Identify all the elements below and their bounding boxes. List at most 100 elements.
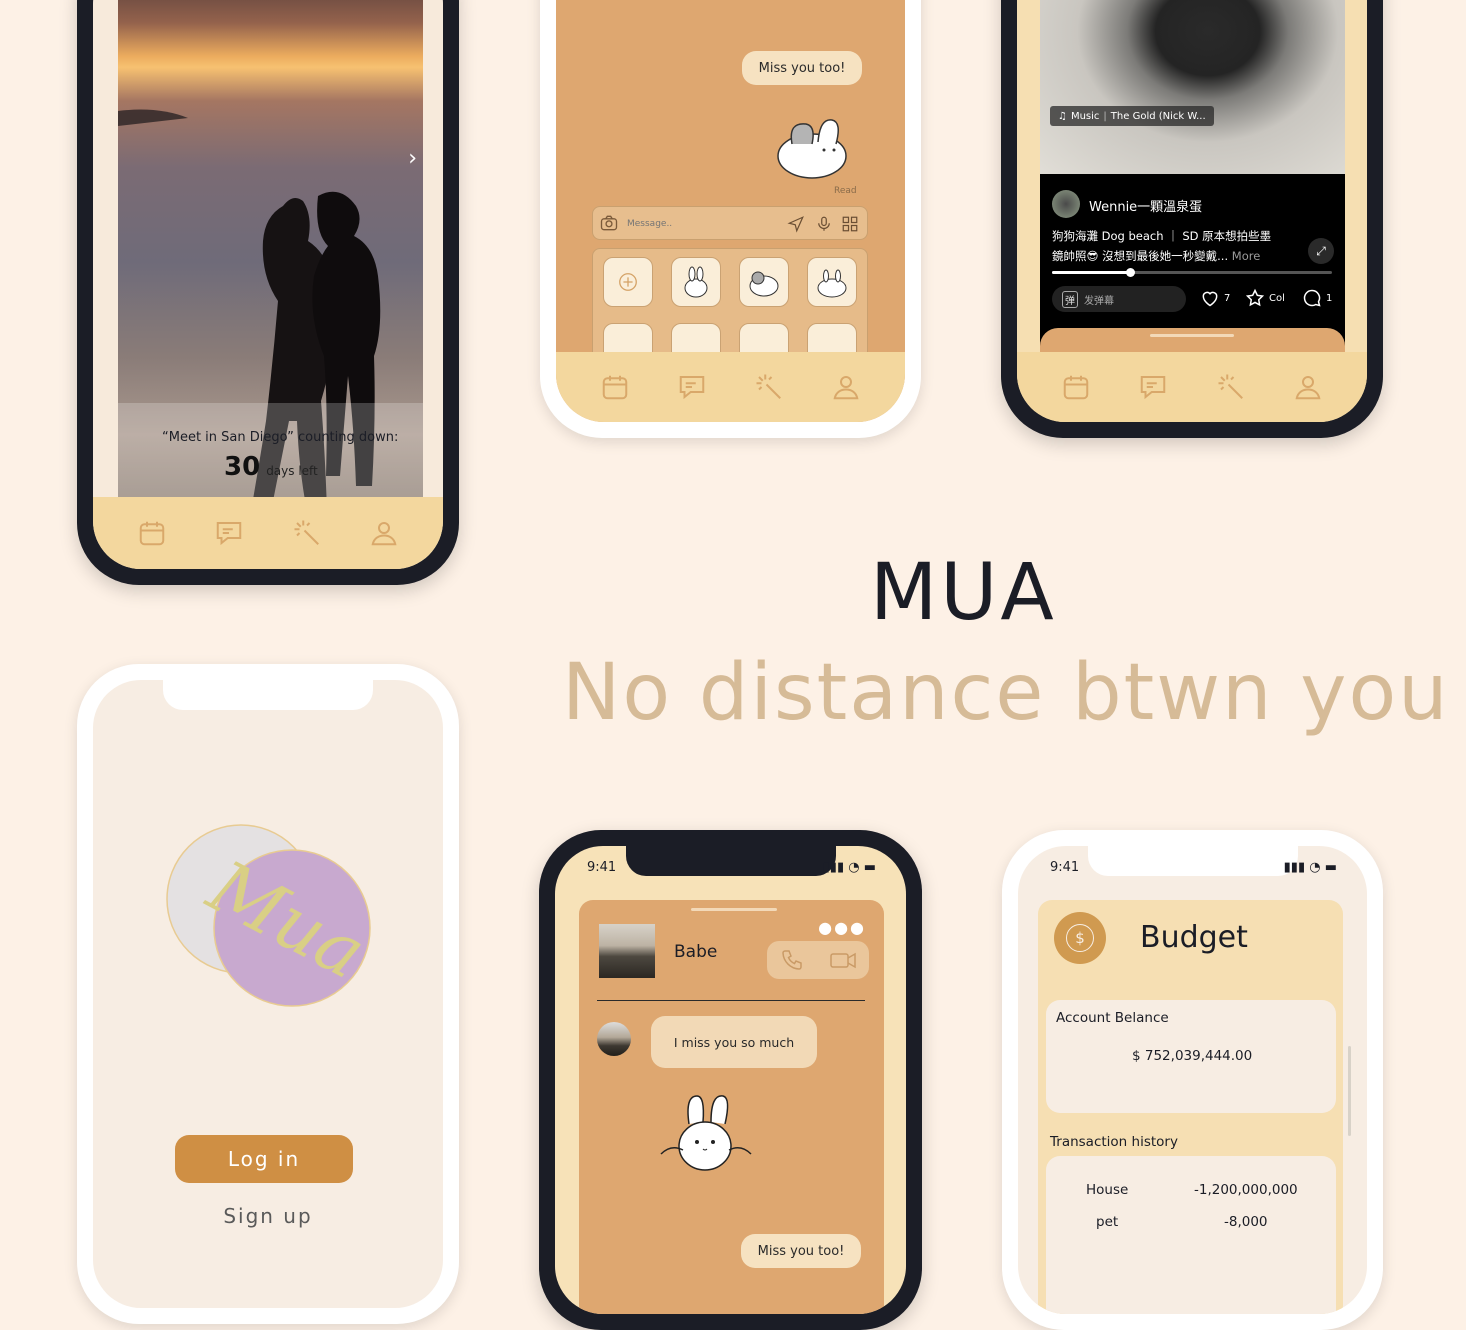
budget-title: Budget bbox=[1140, 920, 1248, 955]
phone-call-icon[interactable] bbox=[780, 948, 804, 972]
dollar-ring: $ bbox=[1066, 924, 1094, 952]
chat-babe-screen: 9:41 ▮▮▮ ◔ ▬ ●●● Babe I miss you so much bbox=[555, 846, 906, 1314]
video-call-icon[interactable] bbox=[829, 948, 857, 972]
next-chevron-icon[interactable]: › bbox=[408, 146, 417, 171]
phone-video-feed: ♫ Music | The Gold (Nick W... Wennie一顆溫泉… bbox=[1001, 0, 1383, 438]
login-button[interactable]: Log in bbox=[175, 1135, 353, 1183]
tab-chat[interactable] bbox=[1133, 367, 1173, 407]
dog-photo: ♫ Music | The Gold (Nick W... bbox=[1040, 0, 1345, 174]
tab-profile[interactable] bbox=[1288, 367, 1328, 407]
progress-track[interactable] bbox=[1052, 268, 1332, 277]
comment-count: 1 bbox=[1326, 292, 1333, 304]
progress-fill bbox=[1052, 271, 1131, 274]
header-divider bbox=[597, 1000, 865, 1001]
video-screen: ♫ Music | The Gold (Nick W... Wennie一顆溫泉… bbox=[1017, 0, 1367, 422]
collect-button[interactable]: Col bbox=[1245, 288, 1285, 308]
balance-label: Account Belance bbox=[1056, 1010, 1169, 1026]
tab-magic[interactable] bbox=[749, 367, 789, 407]
grid-icon[interactable] bbox=[841, 215, 859, 233]
sticker-rabbit-3[interactable] bbox=[807, 257, 857, 307]
danmu-placeholder: 发弹幕 bbox=[1084, 295, 1114, 307]
sticker-panel bbox=[592, 248, 868, 373]
progress-knob[interactable] bbox=[1126, 268, 1136, 277]
music-note-icon: ♫ bbox=[1058, 110, 1067, 122]
hero-subtitle: No distance btwn you bbox=[562, 648, 1450, 738]
rabbit-sticker-icon bbox=[684, 266, 708, 298]
sticker-rabbit-2[interactable] bbox=[739, 257, 789, 307]
sticker-rabbit-1[interactable] bbox=[671, 257, 721, 307]
calendar-icon bbox=[139, 521, 164, 546]
transaction-amount: -8,000 bbox=[1224, 1214, 1268, 1230]
scrollbar[interactable] bbox=[1348, 1046, 1351, 1136]
tab-magic[interactable] bbox=[287, 513, 327, 553]
like-button[interactable]: 7 bbox=[1200, 288, 1230, 308]
budget-screen: 9:41 ▮▮▮ ◔ ▬ $ Budget Account Belance $ … bbox=[1018, 846, 1367, 1314]
more-link[interactable]: More bbox=[1232, 249, 1261, 263]
chat-bubble-out: Miss you too! bbox=[742, 51, 862, 85]
collect-label: Col bbox=[1269, 292, 1285, 304]
message-input-bar bbox=[592, 206, 868, 240]
rabbit-hug-sticker bbox=[777, 119, 847, 179]
history-card: House -1,200,000,000 pet -8,000 bbox=[1046, 1156, 1336, 1314]
sender-avatar[interactable] bbox=[597, 1022, 631, 1056]
author-name[interactable]: Wennie一顆溫泉蛋 bbox=[1089, 196, 1202, 215]
tab-profile[interactable] bbox=[826, 367, 866, 407]
magic-wand-icon bbox=[294, 520, 319, 545]
like-count: 7 bbox=[1224, 292, 1231, 304]
microphone-icon[interactable] bbox=[815, 215, 833, 233]
tab-calendar[interactable] bbox=[595, 367, 635, 407]
tab-calendar[interactable] bbox=[1056, 367, 1096, 407]
mua-logo: Mua bbox=[166, 824, 379, 1007]
tab-profile[interactable] bbox=[364, 513, 404, 553]
profile-icon bbox=[833, 376, 859, 400]
video-info-panel: Wennie一顆溫泉蛋 狗狗海灘 Dog beach ｜ SD 原本想拍些墨 鏡… bbox=[1040, 174, 1345, 368]
transaction-row[interactable]: pet -8,000 bbox=[1046, 1214, 1336, 1234]
tab-bar bbox=[556, 352, 905, 422]
status-icons: ▮▮▮ ◔ ▬ bbox=[1283, 860, 1337, 875]
tab-calendar[interactable] bbox=[132, 513, 172, 553]
rabbit-duo-sticker-icon bbox=[817, 269, 847, 298]
call-controls bbox=[767, 941, 869, 979]
countdown-unit: days left bbox=[266, 464, 318, 478]
comment-button[interactable]: 1 bbox=[1302, 288, 1332, 308]
transaction-name: House bbox=[1086, 1182, 1129, 1198]
notch bbox=[163, 680, 373, 710]
music-separator: | bbox=[1103, 110, 1107, 122]
transaction-name: pet bbox=[1096, 1214, 1119, 1230]
magic-wand-icon bbox=[756, 374, 782, 399]
transaction-row[interactable]: House -1,200,000,000 bbox=[1046, 1182, 1336, 1202]
danmu-input[interactable]: 弹 发弹幕 bbox=[1052, 286, 1186, 312]
tab-chat[interactable] bbox=[672, 367, 712, 407]
more-dots-icon[interactable]: ●●● bbox=[818, 918, 866, 937]
chat-card: ●●● Babe I miss you so much Miss you too… bbox=[579, 900, 884, 1314]
tab-magic[interactable] bbox=[1211, 367, 1251, 407]
calendar-icon bbox=[602, 375, 627, 400]
chat-icon bbox=[679, 376, 705, 400]
sheet-handle bbox=[691, 908, 777, 911]
read-receipt: Read bbox=[834, 186, 857, 196]
rabbit-pair-sticker-icon bbox=[749, 271, 779, 297]
login-screen: Mua Log in Sign up bbox=[93, 680, 443, 1308]
author-avatar[interactable] bbox=[1052, 190, 1080, 218]
phone-chat-babe: 9:41 ▮▮▮ ◔ ▬ ●●● Babe I miss you so much bbox=[539, 830, 922, 1330]
send-icon[interactable] bbox=[787, 215, 805, 233]
contact-avatar[interactable] bbox=[599, 924, 655, 978]
status-time: 9:41 bbox=[587, 860, 617, 875]
signup-link[interactable]: Sign up bbox=[93, 1204, 443, 1228]
camera-icon[interactable] bbox=[599, 213, 619, 233]
chat-bubble-in: I miss you so much bbox=[651, 1016, 817, 1068]
rabbit-hug-sticker bbox=[660, 1095, 752, 1171]
message-input[interactable] bbox=[625, 213, 769, 235]
status-bar: 9:41 ▮▮▮ ◔ ▬ bbox=[1050, 860, 1337, 878]
add-sticker-button[interactable] bbox=[603, 257, 653, 307]
tab-chat[interactable] bbox=[209, 513, 249, 553]
comment-icon bbox=[1303, 289, 1321, 307]
fullscreen-icon[interactable]: ⤢ bbox=[1308, 238, 1334, 264]
phone-budget: 9:41 ▮▮▮ ◔ ▬ $ Budget Account Belance $ … bbox=[1002, 830, 1383, 1330]
dollar-icon: $ bbox=[1054, 912, 1106, 964]
countdown-screen: › “Meet in San Diego” counting down: 30 … bbox=[93, 0, 443, 569]
music-track: The Gold (Nick W... bbox=[1110, 110, 1206, 122]
sheet-handle bbox=[1150, 334, 1234, 337]
video-caption-1: 狗狗海灘 Dog beach ｜ SD 原本想拍些墨 bbox=[1052, 229, 1272, 243]
tab-bar bbox=[93, 497, 443, 569]
